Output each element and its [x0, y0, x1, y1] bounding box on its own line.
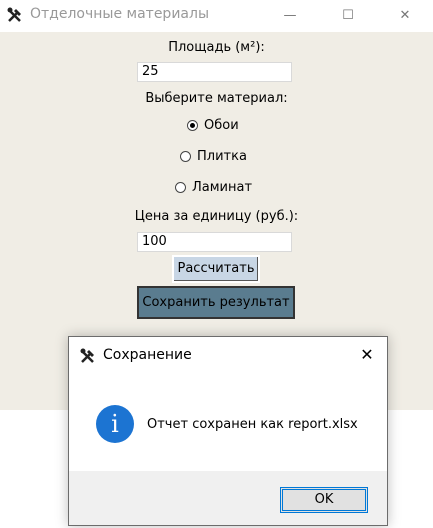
tools-icon — [80, 348, 94, 363]
save-result-button[interactable]: Сохранить результат — [137, 286, 295, 319]
dialog-message: Отчет сохранен как report.xlsx — [147, 417, 358, 432]
radio-label: Ламинат — [192, 180, 253, 195]
radio-checked-icon — [187, 120, 198, 131]
save-dialog: Сохранение ✕ i Отчет сохранен как report… — [68, 336, 388, 526]
radio-label: Плитка — [197, 149, 247, 164]
tools-icon — [7, 7, 21, 22]
maximize-button[interactable]: ☐ — [326, 0, 370, 32]
dialog-close-button[interactable]: ✕ — [355, 343, 379, 367]
calculate-button[interactable]: Рассчитать — [172, 255, 260, 283]
radio-wallpaper[interactable]: Обои — [187, 118, 239, 133]
radio-unchecked-icon — [175, 182, 186, 193]
price-label: Цена за единицу (руб.): — [134, 209, 299, 224]
window-title: Отделочные материалы — [30, 6, 209, 22]
radio-label: Обои — [204, 118, 239, 133]
dialog-title: Сохранение — [103, 347, 192, 363]
price-input[interactable]: 100 — [137, 232, 292, 252]
radio-unchecked-icon — [180, 151, 191, 162]
ok-button[interactable]: OK — [280, 487, 368, 513]
material-label: Выберите материал: — [145, 91, 288, 106]
close-button[interactable]: ✕ — [383, 0, 427, 32]
minimize-button[interactable]: — — [268, 0, 312, 32]
radio-tile[interactable]: Плитка — [180, 149, 247, 164]
area-label: Площадь (м²): — [168, 40, 265, 55]
radio-laminate[interactable]: Ламинат — [175, 180, 252, 195]
info-icon: i — [96, 405, 134, 443]
area-input[interactable]: 25 — [137, 62, 292, 82]
title-bar: Отделочные материалы — ☐ ✕ — [0, 0, 433, 32]
